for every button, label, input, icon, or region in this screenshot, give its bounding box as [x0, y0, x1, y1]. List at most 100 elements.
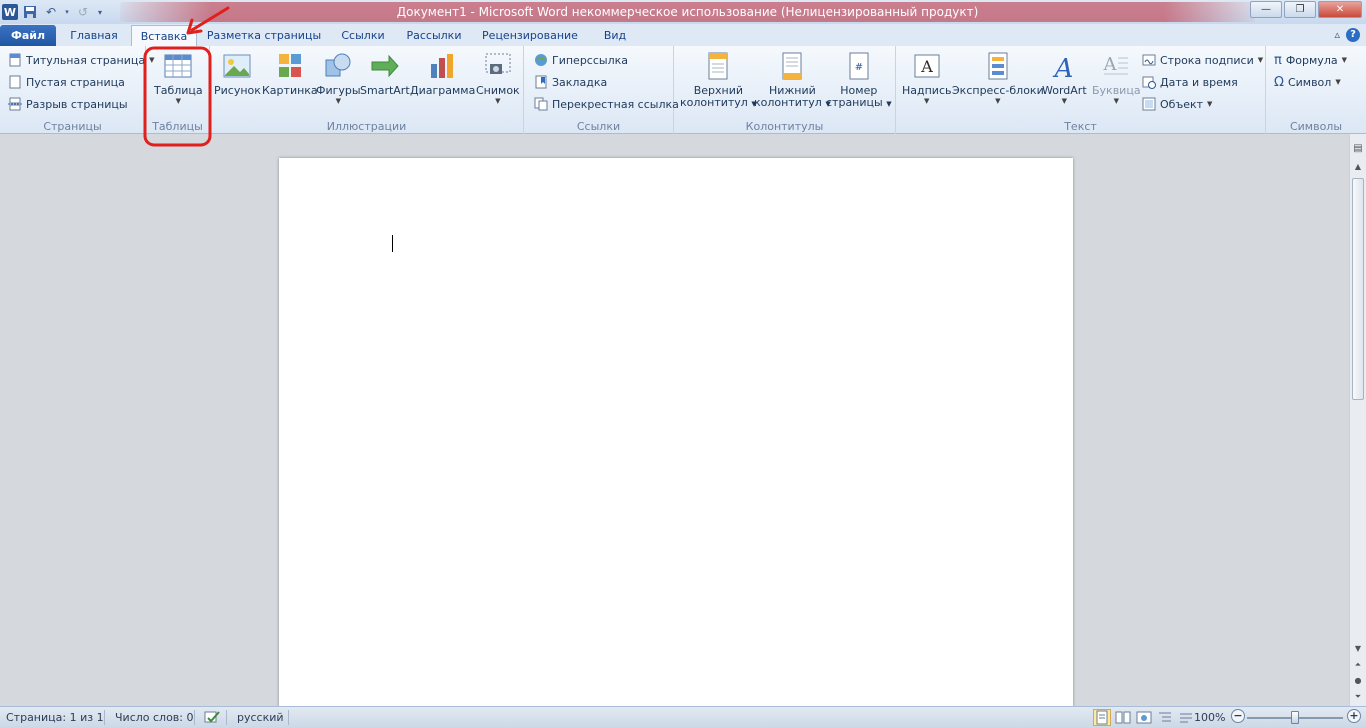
bookmark-button[interactable]: Закладка — [534, 72, 607, 92]
full-screen-reading-view-button[interactable] — [1114, 709, 1132, 726]
undo-icon[interactable]: ↶ — [42, 3, 60, 21]
signature-line-button[interactable]: Строка подписи ▼ — [1142, 50, 1263, 70]
tab-view[interactable]: Вид — [590, 25, 640, 46]
object-button[interactable]: Объект ▼ — [1142, 94, 1212, 114]
wordart-label: WordArt — [1042, 84, 1087, 97]
scrollbar-thumb[interactable] — [1352, 178, 1364, 400]
chart-button[interactable]: Диаграмма — [410, 50, 475, 97]
document-page[interactable] — [279, 158, 1073, 718]
object-label: Объект — [1160, 97, 1204, 111]
page-break-label: Разрыв страницы — [26, 97, 128, 111]
dropcap-dropdown-icon: ▼ — [1113, 97, 1119, 105]
header-label-line2: колонтитул ▼ — [680, 96, 757, 109]
svg-text:A: A — [1053, 54, 1074, 82]
picture-button[interactable]: Рисунок — [214, 50, 261, 97]
dropcap-button[interactable]: A Буквица ▼ — [1092, 50, 1141, 106]
header-icon — [708, 52, 728, 80]
previous-page-icon[interactable]: ⏶ — [1351, 658, 1365, 672]
page-number-button[interactable]: # Номер страницы ▼ — [826, 50, 892, 110]
save-icon[interactable] — [21, 3, 39, 21]
date-time-label: Дата и время — [1160, 75, 1238, 89]
window-controls: — ❐ ✕ — [1250, 1, 1362, 18]
object-dropdown-icon: ▼ — [1207, 99, 1213, 108]
zoom-level[interactable]: 100% — [1194, 711, 1225, 724]
zoom-slider-thumb[interactable] — [1291, 711, 1299, 724]
symbol-button[interactable]: Ω Символ ▼ — [1274, 72, 1341, 92]
web-layout-view-button[interactable] — [1135, 709, 1153, 726]
minimize-button[interactable]: — — [1250, 1, 1282, 18]
language-status[interactable]: русский — [237, 711, 284, 724]
tab-references[interactable]: Ссылки — [332, 25, 394, 46]
browse-object-icon[interactable]: ● — [1351, 674, 1365, 688]
help-icon[interactable]: ? — [1346, 28, 1360, 42]
zoom-out-button[interactable]: − — [1231, 709, 1245, 723]
ruler-toggle-icon[interactable]: ▤ — [1351, 142, 1365, 156]
table-button[interactable]: Таблица ▼ — [154, 50, 203, 106]
ribbon-options: ▵ ? — [1334, 28, 1360, 42]
tab-page-layout[interactable]: Разметка страницы — [200, 25, 328, 46]
next-page-icon[interactable]: ⏷ — [1351, 690, 1365, 704]
group-text-label: Текст — [1064, 120, 1097, 133]
status-separator — [194, 710, 195, 725]
wordart-dropdown-icon: ▼ — [1061, 97, 1068, 105]
header-button[interactable]: Верхний колонтитул ▼ — [680, 50, 757, 110]
textbox-button[interactable]: A Надпись ▼ — [902, 50, 952, 106]
cross-reference-button[interactable]: Перекрестная ссылка — [534, 94, 679, 114]
outline-view-button[interactable] — [1156, 709, 1174, 726]
picture-icon — [223, 54, 251, 78]
equation-button[interactable]: π Формула ▼ — [1274, 50, 1347, 70]
smartart-icon — [371, 54, 399, 78]
tab-review[interactable]: Рецензирование — [474, 25, 586, 46]
group-links: Гиперссылка Закладка Перекрестная ссылка… — [524, 46, 679, 134]
redo-icon[interactable]: ↺ — [74, 3, 92, 21]
wordart-button[interactable]: A WordArt ▼ — [1042, 50, 1087, 106]
vertical-scrollbar[interactable]: ▤ ▲ ▼ ⏶ ● ⏷ — [1349, 134, 1366, 706]
quick-parts-dropdown-icon: ▼ — [995, 97, 1001, 105]
footer-button[interactable]: Нижний колонтитул ▼ — [754, 50, 831, 110]
window-title: Документ1 - Microsoft Word некоммерческо… — [120, 2, 1255, 22]
word-count-status[interactable]: Число слов: 0 — [115, 711, 194, 724]
word-app-icon[interactable]: W — [2, 4, 18, 20]
shapes-button[interactable]: Фигуры ▼ — [316, 50, 361, 106]
minimize-ribbon-icon[interactable]: ▵ — [1334, 28, 1340, 42]
close-button[interactable]: ✕ — [1318, 1, 1362, 18]
group-links-label: Ссылки — [576, 120, 621, 133]
quick-parts-label: Экспресс-блоки — [952, 84, 1044, 97]
group-illustrations-label: Иллюстрации — [326, 120, 407, 133]
ribbon-tab-bar: Файл Главная Вставка Разметка страницы С… — [0, 24, 1366, 47]
screenshot-dropdown-icon: ▼ — [495, 97, 501, 105]
cover-page-button[interactable]: Титульная страница ▼ — [8, 50, 154, 70]
table-label: Таблица — [154, 84, 203, 97]
tab-mailings[interactable]: Рассылки — [398, 25, 470, 46]
tab-home[interactable]: Главная — [60, 25, 128, 46]
signature-line-icon — [1142, 54, 1156, 66]
tab-insert[interactable]: Вставка — [131, 25, 197, 47]
clipart-button[interactable]: Картинка — [262, 50, 318, 97]
tab-file[interactable]: Файл — [0, 25, 56, 46]
smartart-label: SmartArt — [360, 84, 410, 97]
customize-qat-icon[interactable]: ▾ — [95, 3, 105, 21]
draft-view-button[interactable] — [1177, 709, 1195, 726]
group-text: A Надпись ▼ Экспресс-блоки ▼ A WordArt ▼… — [896, 46, 1266, 134]
status-separator — [104, 710, 105, 725]
print-layout-view-button[interactable] — [1093, 709, 1111, 726]
proofing-icon[interactable] — [203, 710, 221, 725]
blank-page-button[interactable]: Пустая страница — [8, 72, 125, 92]
undo-dropdown-icon[interactable]: ▾ — [63, 3, 71, 21]
quick-parts-button[interactable]: Экспресс-блоки ▼ — [952, 50, 1044, 106]
page-count-status[interactable]: Страница: 1 из 1 — [6, 711, 104, 724]
pi-icon: π — [1274, 52, 1282, 68]
maximize-button[interactable]: ❐ — [1284, 1, 1316, 18]
date-time-button[interactable]: Дата и время — [1142, 72, 1238, 92]
zoom-in-button[interactable]: + — [1347, 709, 1361, 723]
page-break-button[interactable]: Разрыв страницы — [8, 94, 128, 114]
equation-dropdown-icon: ▼ — [1341, 55, 1347, 64]
smartart-button[interactable]: SmartArt — [360, 50, 410, 97]
hyperlink-icon — [535, 54, 547, 66]
hyperlink-button[interactable]: Гиперссылка — [534, 50, 628, 70]
chart-label: Диаграмма — [410, 84, 476, 97]
table-icon — [164, 54, 192, 78]
scroll-down-icon[interactable]: ▼ — [1351, 642, 1365, 656]
scroll-up-icon[interactable]: ▲ — [1351, 160, 1365, 174]
screenshot-button[interactable]: Снимок ▼ — [476, 50, 520, 106]
